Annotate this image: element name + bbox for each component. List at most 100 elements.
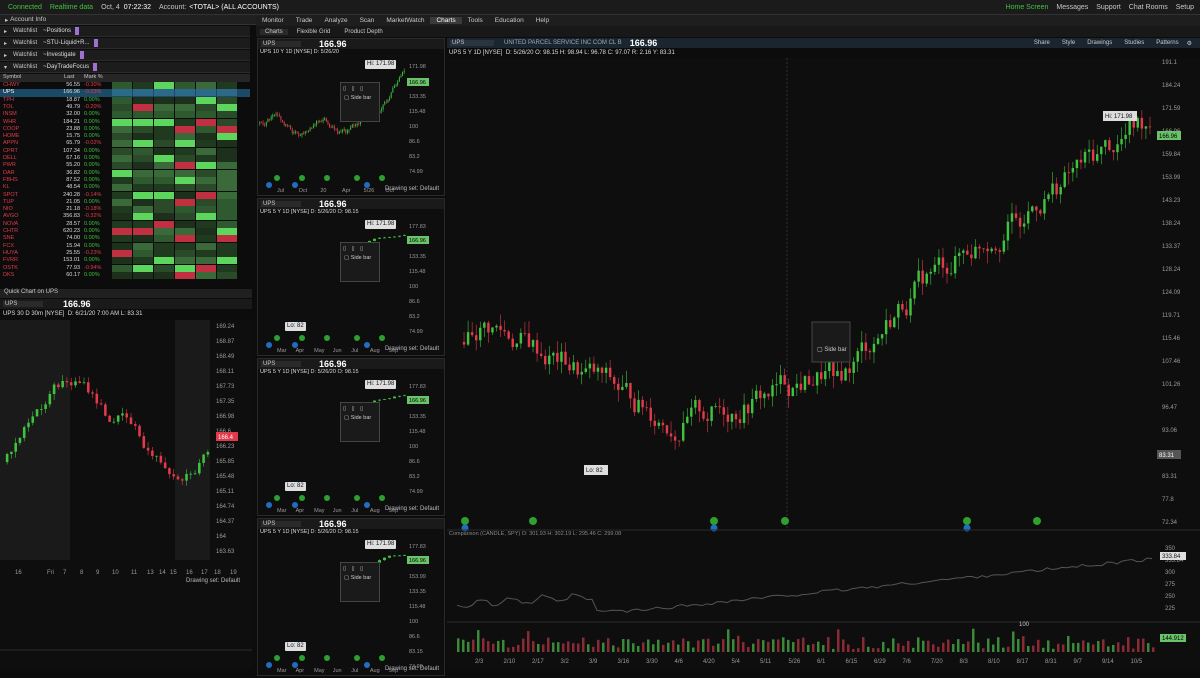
table-row[interactable]: DKS 60.17 0.00% xyxy=(0,271,250,279)
menu-charts[interactable]: Charts xyxy=(430,17,462,24)
link-icon[interactable] xyxy=(79,51,84,59)
widget-controls[interactable]: ▯ ▯ ▯ xyxy=(341,563,379,575)
x-tick-label: Apr xyxy=(296,668,305,674)
table-row[interactable]: APPN 65.79 -0.02% xyxy=(0,140,250,148)
account-selector[interactable]: <TOTAL> (ALL ACCOUNTS) xyxy=(189,4,279,11)
table-row[interactable]: OSTK 77.93 -0.94% xyxy=(0,264,250,272)
menu-marketwatch[interactable]: MarketWatch xyxy=(380,17,430,24)
tab-flexible-grid[interactable]: Flexible Grid xyxy=(292,29,336,35)
chat-rooms-button[interactable]: Chat Rooms xyxy=(1129,4,1168,11)
watchlist-header-2[interactable]: ▸ Watchlist ~Investigate xyxy=(0,50,250,61)
table-row[interactable]: UPS 166.96 -0.23% xyxy=(0,89,250,97)
side-bar-widget[interactable]: ▯ ▯ ▯ ▢ Side bar xyxy=(340,562,380,602)
table-row[interactable]: CHWY 56.55 -0.30% xyxy=(0,82,250,89)
mini-chart-canvas[interactable]: 177.83153.99133.35115.4810086.683.274.99… xyxy=(257,218,445,356)
watchlist-header-1[interactable]: ▸ Watchlist ~STU-Liquid+R... xyxy=(0,38,250,49)
mini-symbol-input[interactable]: UPS xyxy=(261,201,301,207)
table-row[interactable]: AVGO 356.83 -0.32% xyxy=(0,213,250,221)
link-icon[interactable] xyxy=(93,63,98,71)
table-row[interactable]: NOVA 28.57 0.00% xyxy=(0,220,250,228)
watchlist-header-3[interactable]: ▾ Watchlist ~DayTradeFocus xyxy=(0,62,250,73)
heat-cell xyxy=(196,89,216,97)
mini-symbol-input[interactable]: UPS xyxy=(261,521,301,527)
side-bar-toggle[interactable]: ▢ Side bar xyxy=(341,575,379,581)
table-row[interactable]: FBHS 87.52 0.00% xyxy=(0,176,250,184)
toolbar-patterns[interactable]: Patterns xyxy=(1156,40,1178,47)
table-row[interactable]: CHTR 620.23 0.00% xyxy=(0,228,250,235)
home-screen-button[interactable]: Home Screen xyxy=(1006,4,1049,11)
main-symbol-input[interactable]: UPS xyxy=(450,40,494,46)
mini-drawing-set[interactable]: Drawing set: Default xyxy=(385,666,439,672)
table-row[interactable]: DAR 36.82 0.00% xyxy=(0,169,250,177)
event-marker xyxy=(379,335,385,341)
link-icon[interactable] xyxy=(93,39,98,47)
table-row[interactable]: WHR 184.21 0.00% xyxy=(0,118,250,126)
menu-education[interactable]: Education xyxy=(489,17,530,24)
setup-button[interactable]: Setup xyxy=(1176,4,1194,11)
table-row[interactable]: HOME 15.75 0.00% xyxy=(0,133,250,141)
menu-help[interactable]: Help xyxy=(530,17,555,24)
mini-symbol-input[interactable]: UPS xyxy=(261,361,301,367)
widget-controls[interactable]: ▯ ▯ ▯ xyxy=(341,243,379,255)
expand-icon[interactable]: ▸ xyxy=(4,28,7,35)
heat-cell xyxy=(112,125,132,133)
tab-product-depth[interactable]: Product Depth xyxy=(339,29,387,35)
side-bar-widget[interactable]: ▯ ▯ ▯ ▢ Side bar xyxy=(340,402,380,442)
widget-controls[interactable]: ▯ ▯ ▯ xyxy=(341,403,379,415)
menu-monitor[interactable]: Monitor xyxy=(256,17,290,24)
toolbar-studies[interactable]: Studies xyxy=(1124,40,1144,47)
table-row[interactable]: FCX 15.94 0.00% xyxy=(0,242,250,250)
quick-chart-header[interactable]: Quick Chart on UPS xyxy=(0,289,252,298)
table-row[interactable]: FVRR 153.01 0.00% xyxy=(0,257,250,265)
support-button[interactable]: Support xyxy=(1096,4,1121,11)
table-row[interactable]: HUYA 25.55 -0.23% xyxy=(0,249,250,257)
menu-trade[interactable]: Trade xyxy=(290,17,319,24)
table-row[interactable]: TUP 21.05 0.00% xyxy=(0,198,250,206)
mini-drawing-set[interactable]: Drawing set: Default xyxy=(385,186,439,192)
candle-body xyxy=(848,368,851,373)
settings-gear-icon[interactable]: ⚙ xyxy=(1187,40,1192,47)
main-chart-canvas[interactable]: 191.1 184.24 171.59 166.96 159.84 153.99 143.2… xyxy=(447,58,1200,668)
toolbar-share[interactable]: Share xyxy=(1034,40,1050,47)
table-row[interactable]: TOL 49.79 -0.20% xyxy=(0,103,250,111)
side-bar-toggle[interactable]: ▢ Side bar xyxy=(341,415,379,421)
mini-chart-canvas[interactable]: 177.83153.99133.35115.4810086.683.274.99… xyxy=(257,378,445,516)
table-row[interactable]: SPOT 240.28 -0.14% xyxy=(0,191,250,199)
toolbar-drawings[interactable]: Drawings xyxy=(1087,40,1112,47)
mini-chart-canvas[interactable]: 171.98153.99133.35115.4810086.683.274.99… xyxy=(257,58,445,196)
mini-symbol-input[interactable]: UPS xyxy=(261,41,301,47)
quick-chart-canvas[interactable]: 169.24 168.87 168.49 168.11 167.73 167.35 166.… xyxy=(0,320,252,668)
table-row[interactable]: SNE 74.00 0.00% xyxy=(0,235,250,243)
side-bar-widget[interactable]: ▯ ▯ ▯ ▢ Side bar xyxy=(340,82,380,122)
expand-icon[interactable]: ▸ xyxy=(4,52,7,59)
tab-charts[interactable]: Charts xyxy=(260,28,288,35)
widget-controls[interactable]: ▯ ▯ ▯ xyxy=(341,83,379,95)
table-row[interactable]: CPRT 107.34 0.00% xyxy=(0,147,250,155)
side-bar-toggle[interactable]: ▢ Side bar xyxy=(341,255,379,261)
qc-symbol-input[interactable]: UPS xyxy=(3,301,43,307)
menu-scan[interactable]: Scan xyxy=(354,17,381,24)
mini-drawing-set[interactable]: Drawing set: Default xyxy=(385,346,439,352)
expand-icon[interactable]: ▸ xyxy=(4,40,7,47)
volume-bar xyxy=(607,638,610,652)
mini-drawing-set[interactable]: Drawing set: Default xyxy=(385,506,439,512)
menu-analyze[interactable]: Analyze xyxy=(318,17,353,24)
account-info-header[interactable]: ▸ Account Info xyxy=(0,15,256,25)
table-row[interactable]: NIO 21.18 -0.18% xyxy=(0,206,250,214)
toolbar-style[interactable]: Style xyxy=(1062,40,1075,47)
table-row[interactable]: COOP 23.88 0.00% xyxy=(0,125,250,133)
table-row[interactable]: PWR 55.20 0.00% xyxy=(0,162,250,170)
watchlist-header-0[interactable]: ▸ Watchlist ~Positions xyxy=(0,26,250,37)
side-bar-widget[interactable]: ▯ ▯ ▯ ▢ Side bar xyxy=(340,242,380,282)
expand-icon[interactable]: ▾ xyxy=(4,64,7,71)
candle-body xyxy=(929,271,933,274)
menu-tools[interactable]: Tools xyxy=(462,17,489,24)
side-bar-toggle[interactable]: ▢ Side bar xyxy=(341,95,379,101)
link-icon[interactable] xyxy=(75,27,79,35)
table-row[interactable]: DELL 67.16 0.00% xyxy=(0,155,250,162)
table-row[interactable]: KL 48.54 0.00% xyxy=(0,184,250,192)
messages-button[interactable]: Messages xyxy=(1056,4,1088,11)
mini-chart-canvas[interactable]: 177.83 166.96 153.99 133.35 115.48 100 86.6 83.… xyxy=(257,538,445,676)
table-row[interactable]: INSM 32.00 0.00% xyxy=(0,111,250,119)
table-row[interactable]: TPH 18.87 0.00% xyxy=(0,96,250,104)
